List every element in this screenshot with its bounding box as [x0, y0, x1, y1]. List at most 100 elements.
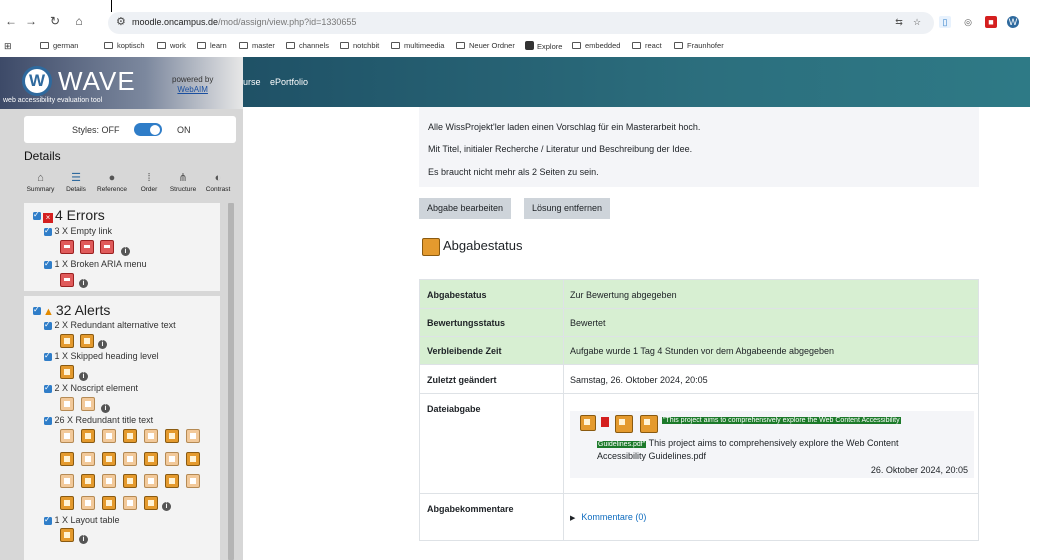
redundant-title-icon[interactable]	[144, 496, 158, 510]
alert-checkbox[interactable]	[44, 320, 52, 330]
info-icon[interactable]: i	[79, 372, 88, 381]
wave-alert-icon[interactable]	[422, 238, 440, 256]
aria-menu-checkbox[interactable]	[44, 259, 52, 269]
bookmark-folder[interactable]: koptisch	[104, 41, 145, 50]
empty-link-icon[interactable]	[60, 240, 74, 254]
layout-table-icon[interactable]	[60, 528, 74, 542]
home-icon: ⌂	[37, 172, 44, 184]
redundant-title-icon[interactable]	[186, 452, 200, 466]
bookmark-folder[interactable]: work	[157, 41, 186, 50]
wave-alert-icon[interactable]	[580, 415, 596, 431]
info-icon[interactable]: i	[98, 340, 107, 349]
redundant-title-icon[interactable]	[102, 474, 116, 488]
alert-checkbox[interactable]	[44, 515, 52, 525]
bookmark-folder[interactable]: master	[239, 41, 275, 50]
reload-icon[interactable]: ↻	[46, 14, 64, 28]
redundant-title-icon[interactable]	[81, 429, 95, 443]
skipped-heading-icon[interactable]	[60, 365, 74, 379]
back-icon[interactable]: ←	[2, 14, 20, 28]
edit-submission-button[interactable]: Abgabe bearbeiten	[419, 198, 512, 219]
file-link[interactable]: Guidelines.pdf" This project aims to com…	[597, 438, 899, 448]
info-icon[interactable]: i	[101, 404, 110, 413]
comments-toggle[interactable]: ▶ Kommentare (0)	[570, 512, 646, 522]
redundant-alt-icon[interactable]	[60, 334, 74, 348]
redundant-title-icon[interactable]	[60, 429, 74, 443]
noscript-icon[interactable]	[60, 397, 74, 411]
wave-alert-icon[interactable]	[640, 415, 658, 433]
bookmark-folder[interactable]: learn	[197, 41, 227, 50]
wave-alert-icon[interactable]	[615, 415, 633, 433]
tab-contrast[interactable]: ◐ Contrast	[202, 170, 234, 200]
redundant-title-icon[interactable]	[165, 474, 179, 488]
bookmark-folder[interactable]: Fraunhofer	[674, 41, 724, 50]
bookmark-star-icon[interactable]: ☆	[911, 16, 923, 28]
redundant-title-icon[interactable]	[102, 429, 116, 443]
redundant-title-icon[interactable]	[186, 474, 200, 488]
sidebar-scrollbar[interactable]	[228, 203, 234, 560]
redundant-title-icon[interactable]	[60, 452, 74, 466]
info-icon[interactable]: i	[121, 247, 130, 256]
info-icon[interactable]: i	[79, 279, 88, 288]
redundant-title-icon[interactable]	[81, 474, 95, 488]
redundant-title-icon[interactable]	[102, 496, 116, 510]
redundant-title-icon[interactable]	[81, 452, 95, 466]
empty-link-icon[interactable]	[100, 240, 114, 254]
extension-icon[interactable]: ▯	[939, 16, 951, 28]
bookmark-folder[interactable]: german	[40, 41, 78, 50]
nav-courses[interactable]: urse	[243, 77, 261, 87]
home-icon[interactable]: ⌂	[70, 14, 88, 28]
alert-checkbox[interactable]	[44, 351, 52, 361]
bookmark-link[interactable]: Explore	[525, 41, 562, 51]
translate-icon[interactable]: ⇆	[893, 16, 905, 28]
noscript-icon[interactable]	[81, 397, 95, 411]
site-info-icon[interactable]: ⚙	[116, 15, 126, 28]
errors-checkbox[interactable]	[33, 210, 41, 221]
redundant-title-icon[interactable]	[165, 429, 179, 443]
alert-checkbox[interactable]	[44, 415, 52, 425]
redundant-alt-icon[interactable]	[80, 334, 94, 348]
bookmark-folder[interactable]: multimeedia	[391, 41, 444, 50]
redundant-title-icon[interactable]	[123, 452, 137, 466]
redundant-title-icon[interactable]	[60, 496, 74, 510]
styles-toggle[interactable]	[134, 123, 162, 136]
redundant-title-icon[interactable]	[81, 496, 95, 510]
file-name-line[interactable]: Accessibility Guidelines.pdf	[597, 451, 706, 461]
forward-icon[interactable]: →	[22, 14, 40, 28]
tab-reference[interactable]: ● Reference	[94, 170, 130, 200]
wave-extension-icon[interactable]: W	[1007, 16, 1019, 28]
bookmark-folder[interactable]: notchbit	[340, 41, 379, 50]
extension-icon[interactable]: ■	[985, 16, 997, 28]
redundant-title-icon[interactable]	[144, 474, 158, 488]
redundant-title-icon[interactable]	[102, 452, 116, 466]
redundant-title-icon[interactable]	[123, 496, 137, 510]
tab-summary[interactable]: ⌂ Summary	[24, 170, 57, 200]
address-bar[interactable]: ⚙ moodle.oncampus.de/mod/assign/view.php…	[108, 12, 934, 34]
remove-submission-button[interactable]: Lösung entfernen	[524, 198, 611, 219]
nav-eportfolio[interactable]: ePortfolio	[270, 77, 308, 87]
address-text[interactable]: moodle.oncampus.de/mod/assign/view.php?i…	[132, 17, 356, 27]
redundant-title-icon[interactable]	[60, 474, 74, 488]
redundant-title-icon[interactable]	[144, 452, 158, 466]
bookmark-folder[interactable]: embedded	[572, 41, 620, 50]
redundant-title-icon[interactable]	[186, 429, 200, 443]
alert-checkbox[interactable]	[44, 383, 52, 393]
tab-structure[interactable]: ⋔ Structure	[166, 170, 200, 200]
redundant-title-icon[interactable]	[123, 429, 137, 443]
tab-details[interactable]: ☰ Details	[62, 170, 90, 200]
redundant-title-icon[interactable]	[144, 429, 158, 443]
redundant-title-icon[interactable]	[165, 452, 179, 466]
empty-link-checkbox[interactable]	[44, 226, 52, 236]
extension-icon[interactable]: ◎	[962, 16, 974, 28]
broken-aria-icon[interactable]	[60, 273, 74, 287]
bookmark-folder[interactable]: react	[632, 41, 662, 50]
bookmark-folder[interactable]: channels	[286, 41, 329, 50]
info-icon[interactable]: i	[79, 535, 88, 544]
tab-order[interactable]: ⁞ Order	[136, 170, 162, 200]
empty-link-icon[interactable]	[80, 240, 94, 254]
redundant-title-icon[interactable]	[123, 474, 137, 488]
webaim-link[interactable]: WebAIM	[172, 85, 213, 95]
info-icon[interactable]: i	[162, 502, 171, 511]
apps-grid-icon[interactable]: ⊞	[4, 41, 12, 52]
alerts-checkbox[interactable]	[33, 305, 41, 316]
bookmark-folder[interactable]: Neuer Ordner	[456, 41, 515, 50]
